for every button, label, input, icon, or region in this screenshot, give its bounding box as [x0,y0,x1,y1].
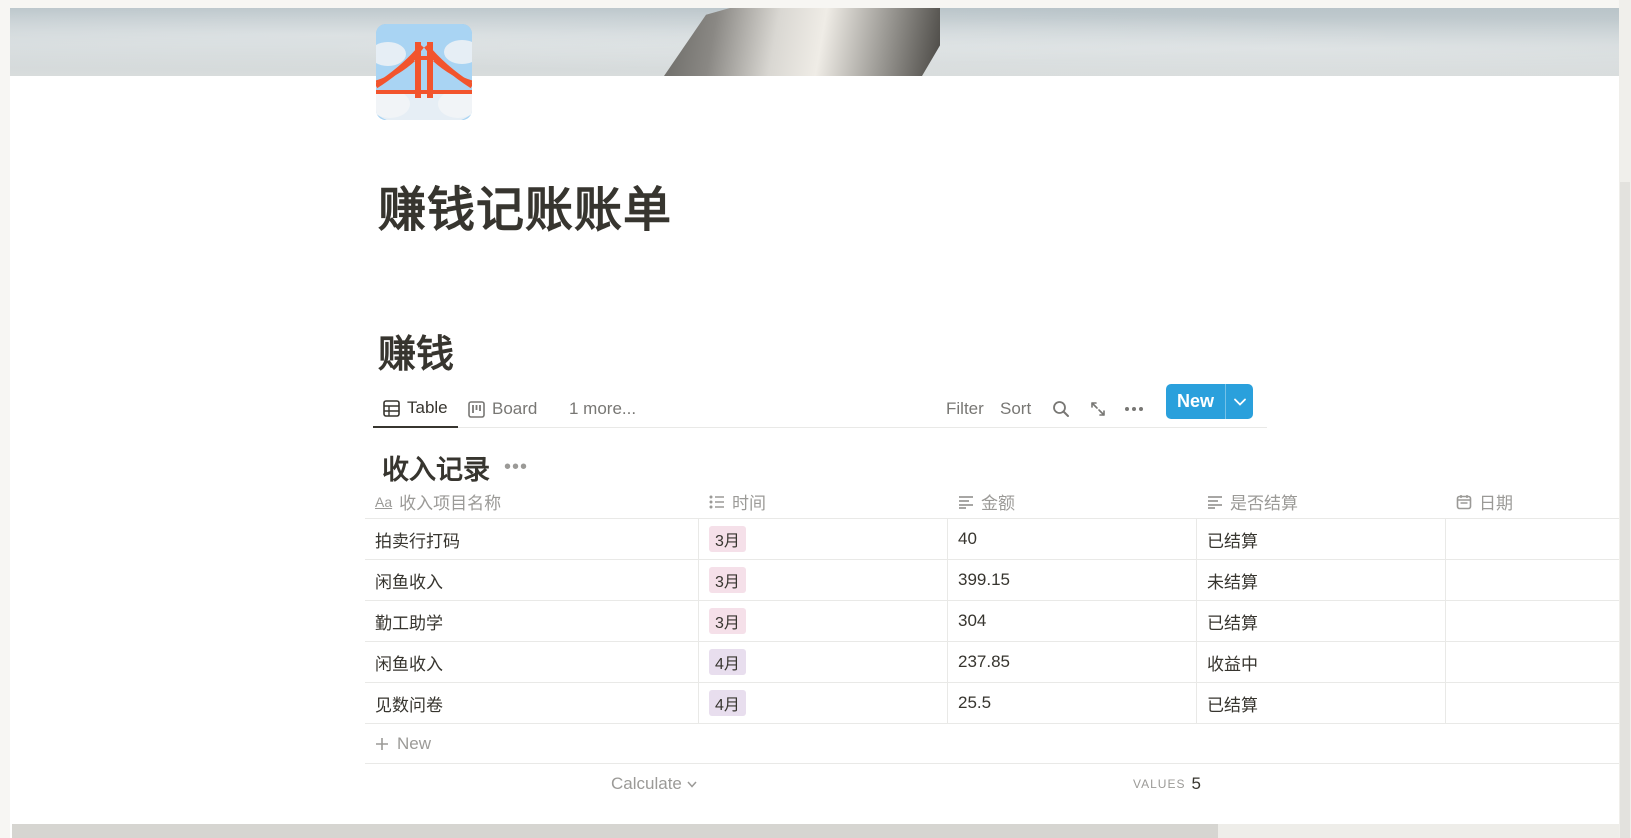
cell-name[interactable]: 闲鱼收入 [365,642,699,682]
cell-amount[interactable]: 304 [948,601,1197,641]
new-button-main[interactable]: New [1166,384,1225,419]
values-count: 5 [1191,774,1201,793]
table-row[interactable]: 见数问卷 4月 25.5 已结算 [365,683,1620,724]
column-header-time[interactable]: 时间 [699,485,948,518]
cell-time[interactable]: 4月 [699,683,948,723]
table-icon [383,399,400,417]
column-header-settled[interactable]: 是否结算 [1197,485,1446,518]
more-options-icon[interactable] [1124,390,1144,428]
cell-name[interactable]: 闲鱼收入 [365,560,699,600]
filter-button[interactable]: Filter [946,390,984,428]
text-type-icon: Aa [375,493,393,510]
search-icon[interactable] [1052,390,1070,428]
tab-table-label: Table [407,398,448,417]
cell-name[interactable]: 勤工助学 [365,601,699,641]
table-row[interactable]: 闲鱼收入 3月 399.15 未结算 [365,560,1620,601]
page-icon-bridge[interactable] [376,24,472,120]
cell-amount[interactable]: 237.85 [948,642,1197,682]
cover-image[interactable] [10,8,1620,76]
column-header-name[interactable]: Aa 收入项目名称 [365,485,699,518]
expand-icon[interactable] [1089,390,1107,428]
table-row[interactable]: 勤工助学 3月 304 已结算 [365,601,1620,642]
new-record-button[interactable]: New [1166,384,1253,419]
cell-amount[interactable]: 40 [948,519,1197,559]
values-count-summary[interactable]: VALUES 5 [1133,764,1201,804]
table-header-row: Aa 收入项目名称 时间 金额 是否结算 日期 [365,485,1620,519]
time-tag: 3月 [709,608,746,634]
text-lines-icon [958,495,974,509]
cell-settled[interactable]: 已结算 [1197,519,1446,559]
tab-more-label: 1 more... [569,399,637,418]
cell-settled[interactable]: 未结算 [1197,560,1446,600]
cell-settled[interactable]: 收益中 [1197,642,1446,682]
time-tag: 3月 [709,526,746,552]
table-row[interactable]: 拍卖行打码 3月 40 已结算 [365,519,1620,560]
column-header-date[interactable]: 日期 [1446,485,1620,518]
cell-settled[interactable]: 已结算 [1197,601,1446,641]
cell-amount[interactable]: 399.15 [948,560,1197,600]
table-footer: Calculate VALUES 5 [365,764,1620,804]
cell-date[interactable] [1446,683,1620,723]
calendar-icon [1456,494,1472,510]
vertical-scrollbar-thumb[interactable] [1620,182,1630,838]
cell-name[interactable]: 见数问卷 [365,683,699,723]
sort-button[interactable]: Sort [1000,390,1031,428]
cell-time[interactable]: 3月 [699,519,948,559]
column-header-amount[interactable]: 金额 [948,485,1197,518]
cell-date[interactable] [1446,519,1620,559]
time-tag: 3月 [709,567,746,593]
cell-date[interactable] [1446,601,1620,641]
values-label: VALUES [1133,777,1186,791]
cell-name[interactable]: 拍卖行打码 [365,519,699,559]
table-row[interactable]: 闲鱼收入 4月 237.85 收益中 [365,642,1620,683]
section-heading[interactable]: 赚钱 [378,323,454,378]
cell-time[interactable]: 4月 [699,642,948,682]
calculate-button[interactable]: Calculate [611,764,697,804]
text-lines-icon [1207,495,1223,509]
database-table: Aa 收入项目名称 时间 金额 是否结算 日期 拍卖行打码 3月 40 已结算 … [365,485,1620,804]
tab-board-label: Board [492,399,538,418]
database-more-icon[interactable]: ••• [504,456,528,479]
tab-board[interactable]: Board [468,390,537,428]
tab-more-views[interactable]: 1 more... [569,390,636,428]
cell-date[interactable] [1446,642,1620,682]
cell-time[interactable]: 3月 [699,560,948,600]
plus-icon [375,737,389,751]
chevron-down-icon[interactable] [1225,384,1253,419]
cell-settled[interactable]: 已结算 [1197,683,1446,723]
multi-select-icon [709,495,725,509]
cell-amount[interactable]: 25.5 [948,683,1197,723]
time-tag: 4月 [709,649,746,675]
time-tag: 4月 [709,690,746,716]
add-row-button[interactable]: New [365,724,1620,764]
cell-date[interactable] [1446,560,1620,600]
page-canvas: 赚钱记账账单 赚钱 Table Board 1 more... Filter S… [10,8,1620,838]
horizontal-scrollbar-thumb[interactable] [12,824,1218,838]
tab-table[interactable]: Table [373,390,458,428]
database-title[interactable]: 收入记录 ••• [382,448,528,487]
chevron-down-icon [687,781,697,788]
view-tabs-bar: Table Board 1 more... Filter Sort New [373,384,1267,428]
board-icon [468,400,485,418]
page-title[interactable]: 赚钱记账账单 [378,170,672,240]
cell-time[interactable]: 3月 [699,601,948,641]
